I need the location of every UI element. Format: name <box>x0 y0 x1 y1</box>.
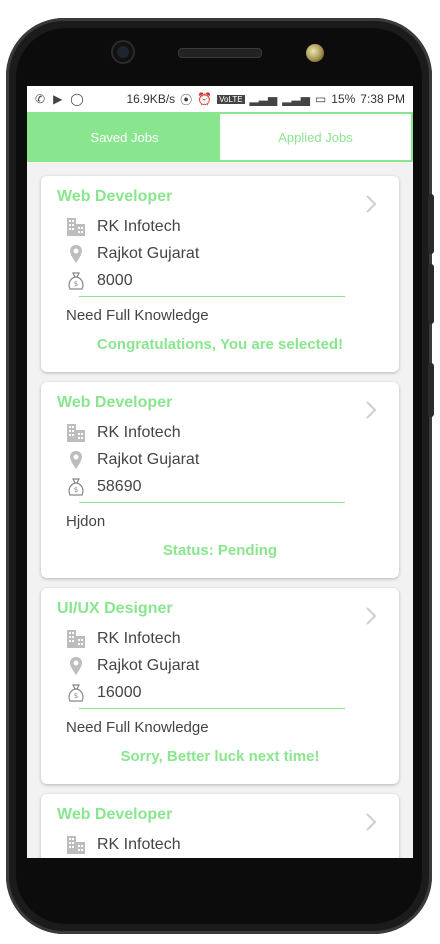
svg-text:$: $ <box>74 486 78 494</box>
job-list: Web Developer RK Infotech Rajkot Gujarat… <box>27 162 413 858</box>
job-location: Rajkot Gujarat <box>97 244 200 262</box>
job-description: Need Full Knowledge <box>66 307 209 324</box>
location-pin-icon <box>65 655 87 677</box>
job-location: Rajkot Gujarat <box>97 656 200 674</box>
job-description: Hjdon <box>66 513 106 530</box>
network-speed: 16.9KB/s <box>126 92 176 106</box>
job-title: Web Developer <box>57 806 173 823</box>
company-name: RK Infotech <box>97 423 181 441</box>
phone-icon: ✆ <box>35 92 46 106</box>
job-salary: 58690 <box>97 477 142 495</box>
svg-text:$: $ <box>74 692 78 700</box>
power-button <box>428 363 434 417</box>
building-icon <box>65 216 87 238</box>
location-pin-icon <box>65 243 87 265</box>
front-camera <box>113 42 133 62</box>
battery-percent: 15% <box>331 92 356 106</box>
volume-button <box>428 194 434 254</box>
chevron-right-icon <box>366 607 377 625</box>
company-name: RK Infotech <box>97 217 181 235</box>
sync-icon: ◯ <box>70 92 84 106</box>
hotspot-icon: ⦿ <box>180 92 193 107</box>
application-status: Status: Pending <box>162 542 278 559</box>
alarm-icon: ⏰ <box>197 92 213 106</box>
chevron-right-icon <box>366 401 377 419</box>
status-bar: ✆ ▶ ◯ 16.9KB/s ⦿ ⏰ VoLTE ▂▃▅ ▂▃▅ ▭ 15% 7… <box>27 86 413 112</box>
job-description: Need Full Knowledge <box>66 719 209 736</box>
job-location: Rajkot Gujarat <box>97 450 200 468</box>
svg-text:$: $ <box>74 280 78 288</box>
signal-icon: ▂▃▅ <box>249 92 278 106</box>
divider <box>79 296 345 297</box>
divider <box>79 502 345 503</box>
app-screen: ✆ ▶ ◯ 16.9KB/s ⦿ ⏰ VoLTE ▂▃▅ ▂▃▅ ▭ 15% 7… <box>27 86 413 858</box>
divider <box>79 708 345 709</box>
chevron-right-icon <box>366 813 377 831</box>
chevron-right-icon <box>366 195 377 213</box>
location-pin-icon <box>65 449 87 471</box>
proximity-sensor <box>306 44 324 62</box>
job-card[interactable]: Web Developer RK Infotech <box>41 794 399 858</box>
application-status: Congratulations, You are selected! <box>96 336 344 353</box>
job-salary: 16000 <box>97 683 142 701</box>
signal-icon: ▂▃▅ <box>282 92 310 106</box>
building-icon <box>65 834 87 856</box>
volte-badge: VoLTE <box>217 94 245 104</box>
job-card[interactable]: Web Developer RK Infotech Rajkot Gujarat… <box>41 176 399 372</box>
job-title: Web Developer <box>57 188 173 205</box>
job-card[interactable]: Web Developer RK Infotech Rajkot Gujarat… <box>41 382 399 578</box>
job-card[interactable]: UI/UX Designer RK Infotech Rajkot Gujara… <box>41 588 399 784</box>
tab-applied-jobs[interactable]: Applied Jobs <box>220 114 411 160</box>
clock-time: 7:38 PM <box>360 92 405 106</box>
job-salary: 8000 <box>97 271 133 289</box>
job-tabs: Saved Jobs Applied Jobs <box>27 112 413 162</box>
job-title: UI/UX Designer <box>57 600 173 617</box>
job-title: Web Developer <box>57 394 173 411</box>
company-name: RK Infotech <box>97 835 181 853</box>
application-status: Sorry, Better luck next time! <box>120 748 320 765</box>
building-icon <box>65 422 87 444</box>
building-icon <box>65 628 87 650</box>
battery-icon: ▭ <box>314 92 327 106</box>
money-bag-icon: $ <box>65 270 87 292</box>
company-name: RK Infotech <box>97 629 181 647</box>
money-bag-icon: $ <box>65 682 87 704</box>
earpiece-speaker <box>178 48 262 58</box>
tab-saved-jobs[interactable]: Saved Jobs <box>29 114 220 160</box>
youtube-icon: ▶ <box>53 92 63 106</box>
money-bag-icon: $ <box>65 476 87 498</box>
volume-button <box>428 264 434 324</box>
